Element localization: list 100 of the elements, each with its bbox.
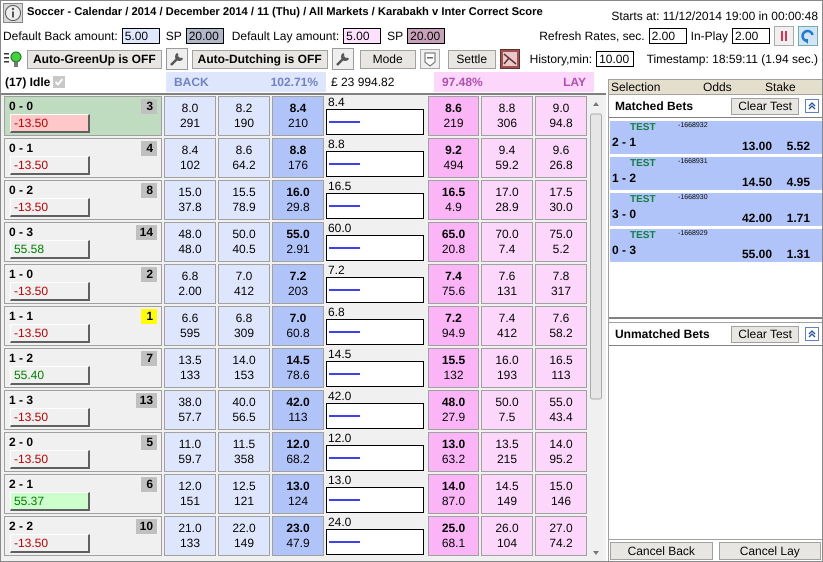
auto-greenup-button[interactable]: Auto-GreenUp is OFF xyxy=(27,50,162,68)
back-price-cell[interactable]: 15.0 37.8 xyxy=(164,180,216,220)
refresh-icon[interactable] xyxy=(798,26,818,46)
input-field[interactable]: 5.00 xyxy=(122,28,160,44)
lay-price-cell[interactable]: 13.5 215 xyxy=(481,432,533,472)
cancel-button[interactable]: Cancel Back xyxy=(610,542,712,560)
runner-cell[interactable]: 2 - 2 10 -13.50 xyxy=(4,516,162,556)
back-price-cell[interactable]: 40.0 56.5 xyxy=(218,390,270,430)
lay-price-cell[interactable]: 16.5 4.9 xyxy=(428,180,479,220)
profit-loss-button[interactable]: 55.37 xyxy=(10,492,90,511)
input-field[interactable]: 10.00 xyxy=(596,51,634,67)
wrench-icon[interactable] xyxy=(332,48,354,70)
lay-price-cell[interactable]: 9.0 94.8 xyxy=(535,96,587,136)
lay-price-cell[interactable]: 13.0 63.2 xyxy=(428,432,479,472)
info-icon[interactable] xyxy=(3,3,23,23)
lay-price-cell[interactable]: 9.6 26.8 xyxy=(535,138,587,178)
lay-price-cell[interactable]: 8.8 306 xyxy=(481,96,533,136)
lay-price-cell[interactable]: 7.6 131 xyxy=(481,264,533,304)
lay-price-cell[interactable]: 7.4 412 xyxy=(481,306,533,346)
lay-price-cell[interactable]: 7.4 75.6 xyxy=(428,264,479,304)
profit-loss-button[interactable]: 55.58 xyxy=(10,240,90,259)
lay-price-cell[interactable]: 7.8 317 xyxy=(535,264,587,304)
back-price-cell[interactable]: 12.0 151 xyxy=(164,474,216,514)
profit-loss-button[interactable]: -13.50 xyxy=(10,408,90,427)
lay-price-cell[interactable]: 16.5 113 xyxy=(535,348,587,388)
back-price-cell[interactable]: 16.0 29.8 xyxy=(272,180,324,220)
lay-price-cell[interactable]: 14.0 95.2 xyxy=(535,432,587,472)
back-price-cell[interactable]: 8.6 64.2 xyxy=(218,138,270,178)
back-price-cell[interactable]: 6.6 595 xyxy=(164,306,216,346)
lay-price-cell[interactable]: 7.2 94.9 xyxy=(428,306,479,346)
runner-cell[interactable]: 2 - 0 5 -13.50 xyxy=(4,432,162,472)
lay-price-cell[interactable]: 50.0 7.5 xyxy=(481,390,533,430)
chart-icon[interactable] xyxy=(500,49,520,69)
back-price-cell[interactable]: 21.0 133 xyxy=(164,516,216,556)
runner-cell[interactable]: 1 - 1 1 -13.50 xyxy=(4,306,162,346)
back-price-cell[interactable]: 8.4 210 xyxy=(272,96,324,136)
ladder-icon[interactable] xyxy=(420,49,440,69)
lay-price-cell[interactable]: 7.6 58.2 xyxy=(535,306,587,346)
profit-loss-button[interactable]: 55.40 xyxy=(10,366,90,385)
back-price-cell[interactable]: 14.5 78.6 xyxy=(272,348,324,388)
back-price-cell[interactable]: 11.5 358 xyxy=(218,432,270,472)
input-field[interactable]: 20.00 xyxy=(186,28,224,44)
back-price-cell[interactable]: 50.0 40.5 xyxy=(218,222,270,262)
runner-cell[interactable]: 0 - 3 14 55.58 xyxy=(4,222,162,262)
back-price-cell[interactable]: 15.5 78.9 xyxy=(218,180,270,220)
profit-loss-button[interactable]: -13.50 xyxy=(10,156,90,175)
lay-price-cell[interactable]: 8.6 219 xyxy=(428,96,479,136)
back-price-cell[interactable]: 11.0 59.7 xyxy=(164,432,216,472)
back-price-cell[interactable]: 13.5 133 xyxy=(164,348,216,388)
back-price-cell[interactable]: 8.2 190 xyxy=(218,96,270,136)
back-price-cell[interactable]: 8.0 291 xyxy=(164,96,216,136)
back-price-cell[interactable]: 8.8 176 xyxy=(272,138,324,178)
runner-cell[interactable]: 0 - 1 4 -13.50 xyxy=(4,138,162,178)
clear-test-button[interactable]: Clear Test xyxy=(731,326,799,342)
input-field[interactable]: 20.00 xyxy=(407,28,446,44)
lay-price-cell[interactable]: 70.0 7.4 xyxy=(481,222,533,262)
back-price-cell[interactable]: 6.8 309 xyxy=(218,306,270,346)
back-price-cell[interactable]: 14.0 153 xyxy=(218,348,270,388)
input-field[interactable]: 2.00 xyxy=(732,28,770,44)
lay-price-cell[interactable]: 25.0 68.1 xyxy=(428,516,479,556)
collapse-icon[interactable] xyxy=(805,327,819,341)
back-price-cell[interactable]: 38.0 57.7 xyxy=(164,390,216,430)
back-price-cell[interactable]: 7.0 60.8 xyxy=(272,306,324,346)
lay-price-cell[interactable]: 65.0 20.8 xyxy=(428,222,479,262)
profit-loss-button[interactable]: -13.50 xyxy=(10,450,90,469)
back-price-cell[interactable]: 42.0 113 xyxy=(272,390,324,430)
lay-price-cell[interactable]: 16.0 193 xyxy=(481,348,533,388)
lay-price-cell[interactable]: 48.0 27.9 xyxy=(428,390,479,430)
back-price-cell[interactable]: 12.5 121 xyxy=(218,474,270,514)
lay-price-cell[interactable]: 17.0 28.9 xyxy=(481,180,533,220)
runner-cell[interactable]: 1 - 0 2 -13.50 xyxy=(4,264,162,304)
profit-loss-button[interactable]: -13.50 xyxy=(10,324,90,343)
runner-cell[interactable]: 1 - 3 13 -13.50 xyxy=(4,390,162,430)
runner-cell[interactable]: 1 - 2 7 55.40 xyxy=(4,348,162,388)
lay-price-cell[interactable]: 27.0 74.2 xyxy=(535,516,587,556)
lay-price-cell[interactable]: 9.4 59.2 xyxy=(481,138,533,178)
input-field[interactable]: 5.00 xyxy=(343,28,382,44)
back-price-cell[interactable]: 7.2 203 xyxy=(272,264,324,304)
profit-loss-button[interactable]: -13.50 xyxy=(10,282,90,301)
wrench-icon[interactable] xyxy=(166,48,188,70)
lay-price-cell[interactable]: 55.0 43.4 xyxy=(535,390,587,430)
clear-test-button[interactable]: Clear Test xyxy=(731,98,799,114)
back-price-cell[interactable]: 13.0 124 xyxy=(272,474,324,514)
auto-dutching-button[interactable]: Auto-Dutching is OFF xyxy=(192,50,328,68)
lay-price-cell[interactable]: 26.0 104 xyxy=(481,516,533,556)
input-field[interactable]: 2.00 xyxy=(648,28,687,44)
mode-button[interactable]: Mode xyxy=(360,50,416,68)
lay-price-cell[interactable]: 15.5 132 xyxy=(428,348,479,388)
runner-cell[interactable]: 2 - 1 6 55.37 xyxy=(4,474,162,514)
lay-price-cell[interactable]: 14.5 149 xyxy=(481,474,533,514)
collapse-icon[interactable] xyxy=(805,99,819,113)
profit-loss-button[interactable]: -13.50 xyxy=(10,114,90,133)
back-price-cell[interactable]: 7.0 412 xyxy=(218,264,270,304)
lay-price-cell[interactable]: 15.0 146 xyxy=(535,474,587,514)
lay-price-cell[interactable]: 14.0 87.0 xyxy=(428,474,479,514)
back-price-cell[interactable]: 23.0 47.9 xyxy=(272,516,324,556)
cancel-button[interactable]: Cancel Lay xyxy=(718,542,821,560)
lay-price-cell[interactable]: 17.5 30.0 xyxy=(535,180,587,220)
lay-price-cell[interactable]: 9.2 494 xyxy=(428,138,479,178)
back-price-cell[interactable]: 22.0 149 xyxy=(218,516,270,556)
